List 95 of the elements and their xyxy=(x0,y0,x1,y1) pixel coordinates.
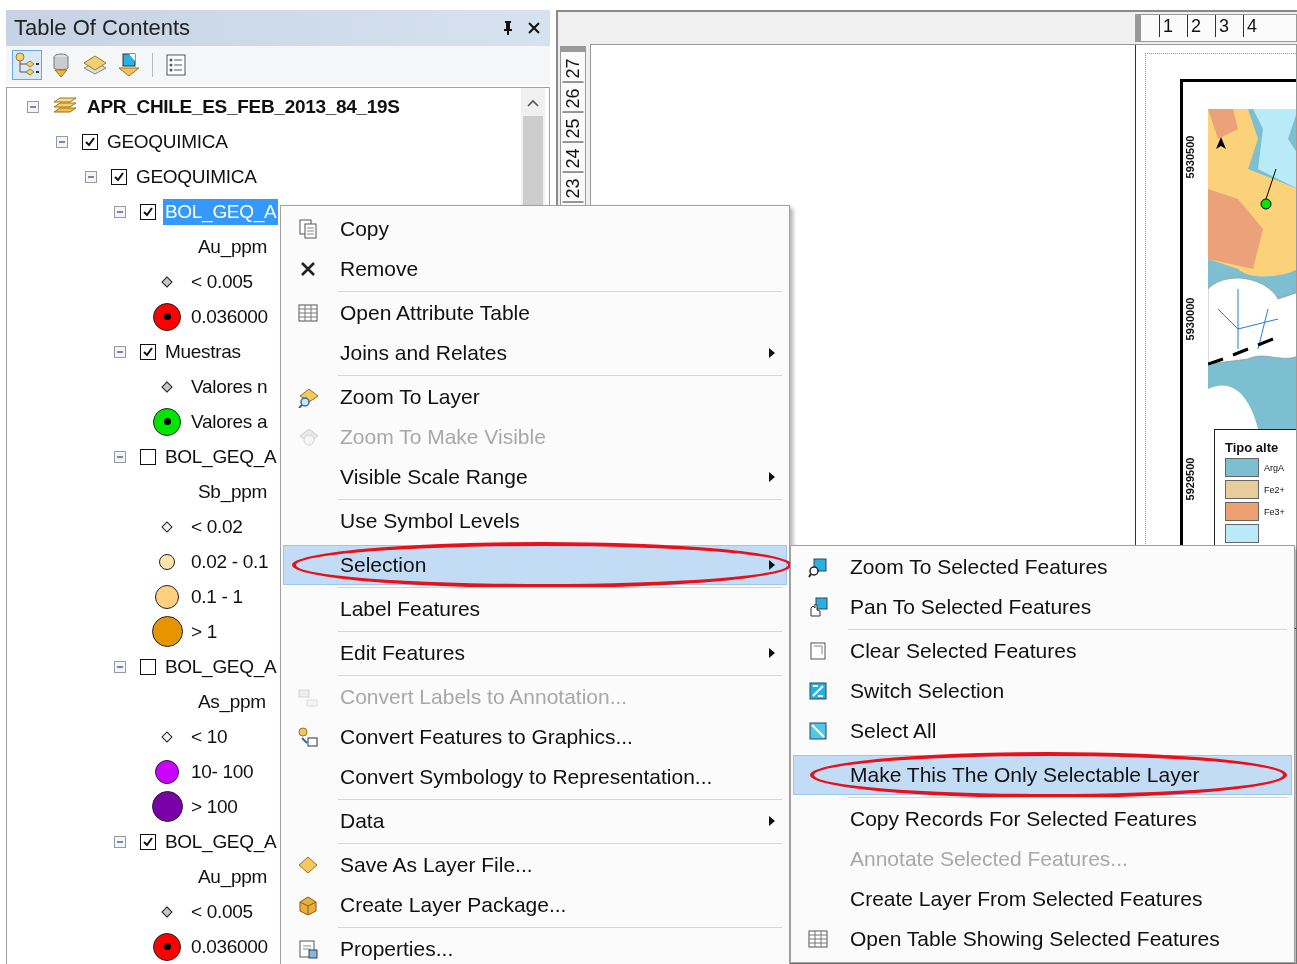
menu-item[interactable]: Make This The Only Selectable Layer xyxy=(793,755,1292,795)
field-name: Au_ppm xyxy=(198,235,267,258)
list-icon xyxy=(163,52,189,79)
checkbox[interactable] xyxy=(140,658,156,675)
legend-label: ArgA xyxy=(1264,462,1284,473)
diamond-magnifier-icon xyxy=(297,386,319,408)
layer-name[interactable]: GEOQUIMICA xyxy=(105,128,230,155)
coordinate-label: 5929500 xyxy=(1184,456,1196,503)
legend-label: < 0.005 xyxy=(191,270,253,293)
coordinate-label: 5930000 xyxy=(1184,296,1196,343)
ruler-number: 26 xyxy=(562,88,584,112)
zoom-selection-icon xyxy=(807,556,829,578)
menu-item[interactable]: Zoom To Selected Features xyxy=(793,547,1292,587)
legend-label: > 100 xyxy=(191,795,238,818)
checkbox[interactable] xyxy=(140,448,156,465)
menu-item[interactable]: Selection xyxy=(283,545,787,585)
legend-label: > 1 xyxy=(191,620,218,643)
layer-name[interactable]: BOL_GEQ_A xyxy=(163,653,279,680)
expand-toggle[interactable] xyxy=(114,835,126,848)
shapes-convert-icon xyxy=(297,726,319,748)
ruler-number: 23 xyxy=(562,178,584,202)
layer-name[interactable]: BOL_GEQ_A xyxy=(163,443,279,470)
menu-item[interactable]: Create Layer From Selected Features xyxy=(793,879,1292,919)
table-icon xyxy=(807,928,829,950)
checkbox[interactable] xyxy=(140,203,156,220)
checkbox[interactable] xyxy=(140,343,156,360)
diamond-magnifier-icon xyxy=(297,426,319,448)
switch-selection-icon xyxy=(807,680,829,702)
expand-toggle[interactable] xyxy=(56,135,68,148)
coordinate-label: 5930500 xyxy=(1184,134,1196,181)
submenu-arrow-icon xyxy=(768,347,776,359)
data-frame-label[interactable]: APR_CHILE_ES_FEB_2013_84_19S xyxy=(87,95,400,118)
submenu-arrow-icon xyxy=(768,647,776,659)
field-name: Au_ppm xyxy=(198,865,267,888)
legend-label: Valores n xyxy=(191,375,268,398)
expand-toggle[interactable] xyxy=(27,100,39,113)
menu-item[interactable]: Visible Scale Range xyxy=(283,457,787,497)
close-icon[interactable] xyxy=(526,19,542,36)
ruler-number: 25 xyxy=(562,118,584,142)
legend-label: 0.036000 xyxy=(191,935,268,958)
expand-toggle[interactable] xyxy=(114,205,126,218)
properties-icon xyxy=(297,938,319,960)
layer-download-icon xyxy=(116,52,142,79)
expand-toggle[interactable] xyxy=(85,170,97,183)
expand-toggle[interactable] xyxy=(114,660,126,673)
checkbox[interactable] xyxy=(82,133,98,150)
ruler-number: 27 xyxy=(562,58,584,82)
submenu-arrow-icon xyxy=(768,471,776,483)
layer-name[interactable]: BOL_GEQ_A xyxy=(163,828,279,855)
legend-label: 0.1 - 1 xyxy=(191,585,243,608)
hand-selection-icon xyxy=(807,596,829,618)
panel-title: Table Of Contents xyxy=(14,14,192,41)
legend-label: 0.02 - 0.1 xyxy=(191,550,269,573)
label-convert-icon xyxy=(297,686,319,708)
legend-label: < 0.02 xyxy=(191,515,243,538)
field-name: As_ppm xyxy=(198,690,266,713)
legend-label: < 10 xyxy=(191,725,228,748)
menu-item[interactable]: Remove xyxy=(283,249,787,289)
ruler-number: 4 xyxy=(1243,15,1258,37)
diamond-icon xyxy=(297,854,319,876)
menu-item[interactable]: Copy xyxy=(283,209,787,249)
field-name: Sb_ppm xyxy=(198,480,267,503)
legend-label: Fe3+ xyxy=(1264,506,1285,517)
menu-item[interactable]: Switch Selection xyxy=(793,671,1292,711)
ruler-number: 2 xyxy=(1187,15,1202,37)
menu-item[interactable]: Convert Features to Graphics... xyxy=(283,717,787,757)
menu-item[interactable]: Pan To Selected Features xyxy=(793,587,1292,627)
menu-item[interactable]: Select All xyxy=(793,711,1292,751)
layer-name[interactable]: Muestras xyxy=(163,338,243,365)
expand-toggle[interactable] xyxy=(114,345,126,358)
menu-item[interactable]: Open Table Showing Selected Features xyxy=(793,919,1292,959)
ruler-number: 1 xyxy=(1159,15,1173,37)
expand-toggle[interactable] xyxy=(114,450,126,463)
layer-name[interactable]: GEOQUIMICA xyxy=(134,163,259,190)
menu-item[interactable]: Create Layer Package... xyxy=(283,885,787,925)
checkbox[interactable] xyxy=(140,833,156,850)
menu-item[interactable]: Joins and Relates xyxy=(283,333,787,373)
package-icon xyxy=(297,894,319,916)
select-all-icon xyxy=(807,720,829,742)
legend-label: Valores a xyxy=(191,410,268,433)
legend-label: 0.036000 xyxy=(191,305,268,328)
legend-title: Tipo alte xyxy=(1225,440,1280,455)
drawing-order-button[interactable] xyxy=(12,50,42,81)
menu-item[interactable]: Convert Symbology to Representation... xyxy=(283,757,787,797)
submenu-arrow-icon xyxy=(768,815,776,827)
submenu-arrow-icon xyxy=(768,559,776,571)
clear-selection-icon xyxy=(807,640,829,662)
legend-label: 10- 100 xyxy=(191,760,254,783)
ruler-number: 24 xyxy=(562,148,584,172)
legend-label: Fe2+ xyxy=(1264,484,1285,495)
table-icon xyxy=(297,302,319,324)
ruler-number: 3 xyxy=(1215,15,1230,37)
legend-label: < 0.005 xyxy=(191,900,253,923)
checkbox[interactable] xyxy=(111,168,127,185)
copy-icon xyxy=(297,218,319,240)
